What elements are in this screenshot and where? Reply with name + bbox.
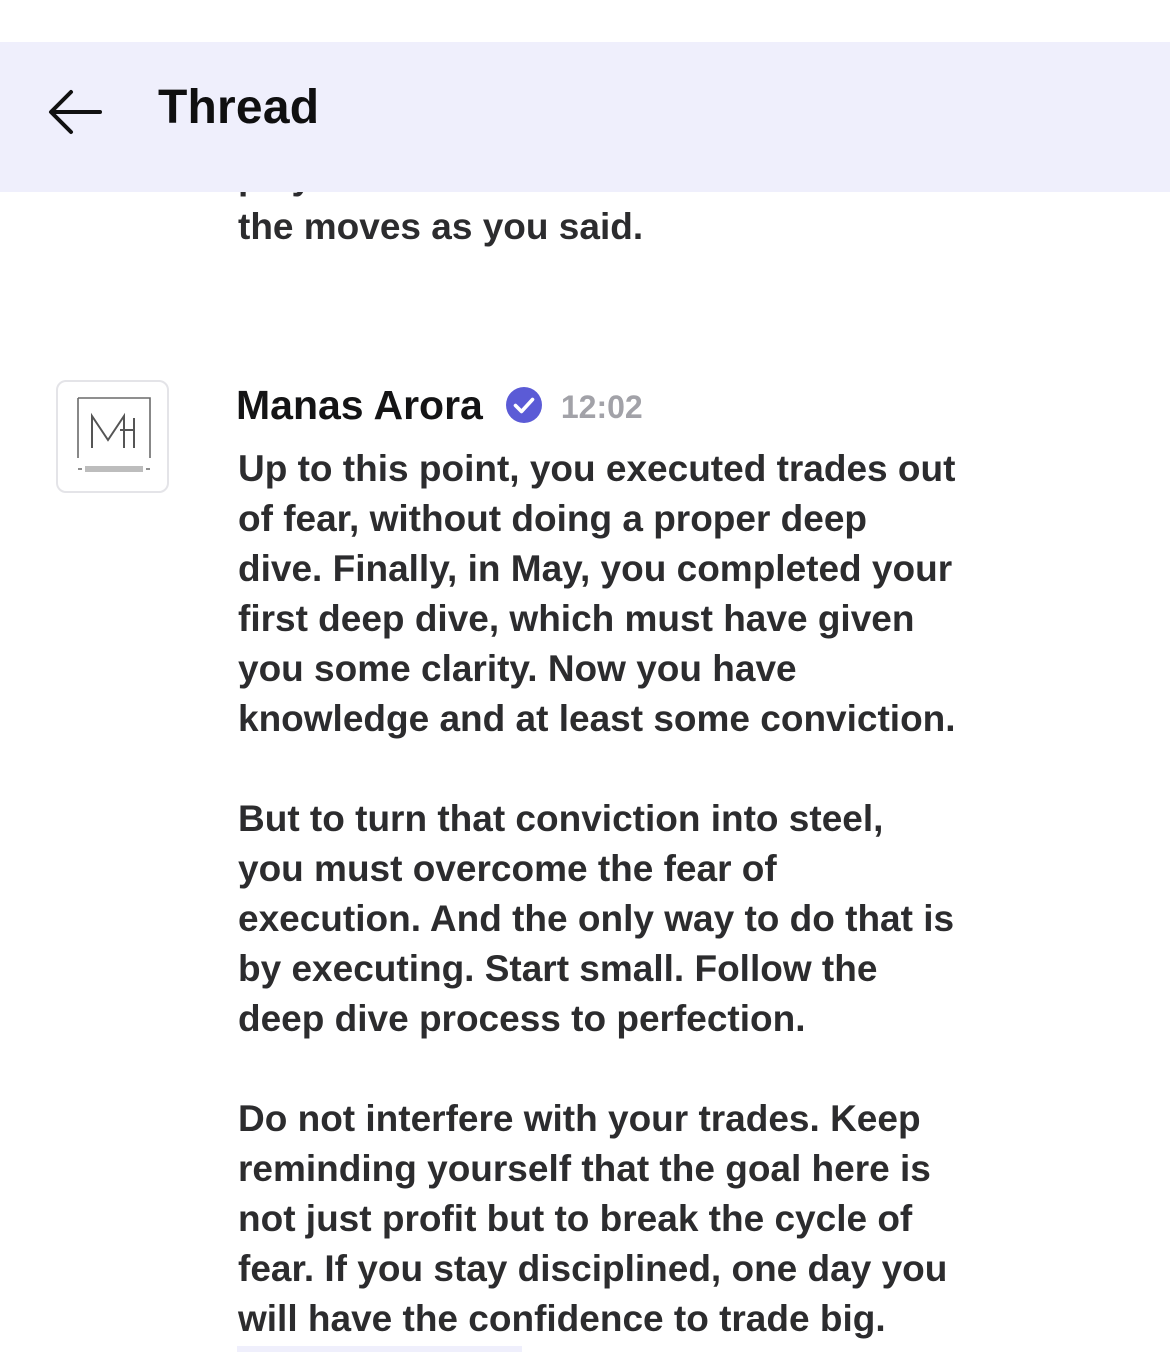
message-line: not just profit but to break the cycle o…: [238, 1198, 913, 1239]
message-timestamp: 12:02: [560, 389, 643, 425]
message-paragraph: But to turn that conviction into steel, …: [238, 794, 1138, 1044]
thread-screen: Thread playbook I can revisit all and lo…: [0, 0, 1170, 1352]
previous-message-line: the moves as you said.: [238, 206, 644, 247]
manas-arora-logo-icon: [77, 397, 151, 472]
page-title: Thread: [158, 81, 320, 134]
message-body: Up to this point, you executed trades ou…: [238, 444, 1138, 1352]
thread-header: Thread: [0, 42, 1170, 192]
message-line: Do not interfere with your trades. Keep: [238, 1098, 921, 1139]
message-line: deep dive process to perfection.: [238, 998, 806, 1039]
author-name[interactable]: Manas Arora: [236, 380, 483, 430]
message-header: Manas Arora 12:02: [236, 378, 643, 432]
avatar[interactable]: [56, 380, 169, 493]
message-line: of fear, without doing a proper deep: [238, 498, 868, 539]
message-line: you must overcome the fear of: [238, 848, 777, 889]
message-paragraph: Up to this point, you executed trades ou…: [238, 444, 1138, 744]
back-button[interactable]: [40, 77, 110, 147]
message-line: execution. And the only way to do that i…: [238, 898, 955, 939]
message-line: Up to this point, you executed trades ou…: [238, 448, 956, 489]
message-line: by executing. Start small. Follow the: [238, 948, 878, 989]
message-paragraph: Do not interfere with your trades. Keep …: [238, 1094, 1138, 1344]
message-line: reminding yourself that the goal here is: [238, 1148, 931, 1189]
message-line: you some clarity. Now you have: [238, 648, 797, 689]
message-line: knowledge and at least some conviction.: [238, 698, 956, 739]
bottom-divider: [237, 1346, 522, 1352]
status-bar-area: [0, 0, 1170, 42]
message-line: first deep dive, which must have given: [238, 598, 915, 639]
verified-check-icon: [505, 387, 542, 423]
message-line: will have the confidence to trade big.: [238, 1298, 886, 1339]
arrow-left-icon: [49, 90, 102, 134]
message-line: fear. If you stay disciplined, one day y…: [238, 1248, 948, 1289]
message-line: But to turn that conviction into steel,: [238, 798, 884, 839]
message-line: dive. Finally, in May, you completed you…: [238, 548, 953, 589]
